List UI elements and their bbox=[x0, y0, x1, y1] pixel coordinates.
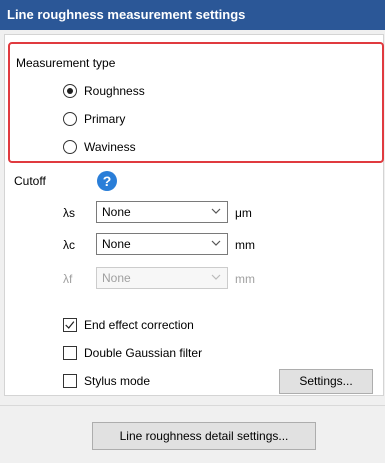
radio-waviness-button[interactable] bbox=[63, 140, 77, 154]
radio-primary-button[interactable] bbox=[63, 112, 77, 126]
radio-roughness-label: Roughness bbox=[84, 84, 145, 98]
radio-roughness-button[interactable] bbox=[63, 84, 77, 98]
double-gaussian-checkbox[interactable] bbox=[63, 346, 77, 360]
stylus-mode-label: Stylus mode bbox=[84, 374, 151, 388]
lambda-c-unit: mm bbox=[235, 238, 255, 252]
end-effect-checkbox[interactable] bbox=[63, 318, 77, 332]
double-gaussian-label: Double Gaussian filter bbox=[84, 346, 203, 360]
lambda-f-value: None bbox=[102, 271, 131, 285]
question-circle-icon[interactable]: ? bbox=[97, 171, 117, 191]
line-roughness-detail-settings-button[interactable]: Line roughness detail settings... bbox=[92, 422, 316, 450]
measurement-type-heading: Measurement type bbox=[16, 56, 116, 70]
chevron-down-icon bbox=[211, 274, 221, 280]
cutoff-label: Cutoff bbox=[14, 174, 46, 188]
lambda-f-symbol: λf bbox=[63, 272, 73, 286]
lambda-s-unit: μm bbox=[235, 206, 252, 220]
chevron-down-icon bbox=[211, 208, 221, 214]
end-effect-label: End effect correction bbox=[84, 318, 194, 332]
divider bbox=[0, 405, 385, 406]
checkmark-icon bbox=[65, 321, 75, 329]
chevron-down-icon bbox=[211, 240, 221, 246]
radio-primary-label: Primary bbox=[84, 112, 126, 126]
settings-button[interactable]: Settings... bbox=[279, 369, 373, 394]
radio-waviness-label: Waviness bbox=[84, 140, 136, 154]
lambda-s-select[interactable]: None bbox=[96, 201, 228, 223]
lambda-c-value: None bbox=[102, 237, 131, 251]
lambda-f-select: None bbox=[96, 267, 228, 289]
lambda-s-symbol: λs bbox=[63, 206, 75, 220]
lambda-s-value: None bbox=[102, 205, 131, 219]
stylus-mode-checkbox[interactable] bbox=[63, 374, 77, 388]
lambda-c-symbol: λc bbox=[63, 238, 75, 252]
lambda-f-unit: mm bbox=[235, 272, 255, 286]
window-title: Line roughness measurement settings bbox=[0, 0, 385, 30]
lambda-c-select[interactable]: None bbox=[96, 233, 228, 255]
